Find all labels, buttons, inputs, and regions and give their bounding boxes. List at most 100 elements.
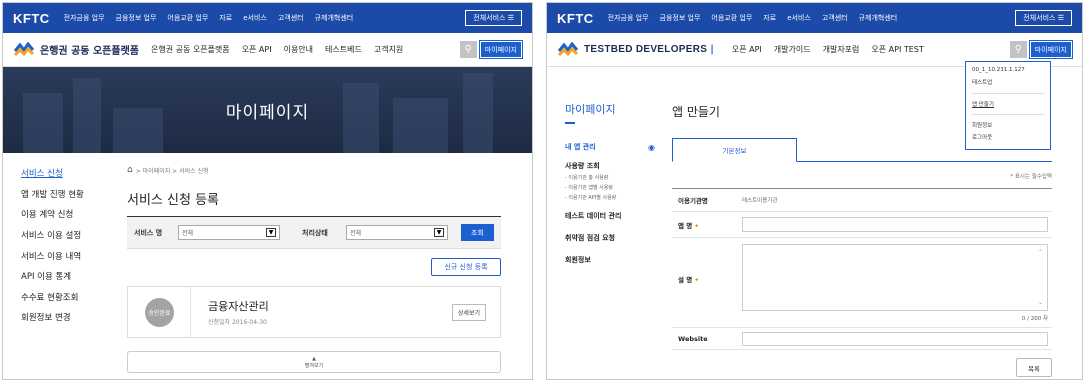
building-shape xyxy=(343,83,379,153)
nav-item[interactable]: 고객지원 xyxy=(374,44,403,55)
nav-item[interactable]: 오픈 API xyxy=(242,44,272,55)
nav-item[interactable]: 오픈 API TEST xyxy=(871,44,923,55)
right-screenshot: KFTC 전자금융 업무 금융정보 업무 어음교환 업무 자료 e서비스 고객센… xyxy=(546,2,1083,380)
building-shape xyxy=(23,93,63,153)
new-apply-button[interactable]: 신규 신청 등록 xyxy=(431,258,501,276)
nav-item[interactable]: 개발자포럼 xyxy=(823,44,860,55)
sidebar-item-my-apps[interactable]: 내 앱 관리 ◉ xyxy=(565,142,655,152)
sidebar-subitem[interactable]: - 이용기관 API별 사용량 xyxy=(565,194,655,201)
filter-bar: 서비스 명 전체 ▼ 처리상태 전체 ▼ 조회 xyxy=(127,217,501,249)
expand-label: 펼쳐보기 xyxy=(304,362,324,369)
all-services-button[interactable]: 전체서비스 ☰ xyxy=(465,10,522,26)
title-underline xyxy=(565,122,575,124)
openplatform-logo-icon xyxy=(13,41,35,56)
form: 이용기관명 테스트이용기관 앱 명 • 설 명 • ⌃ ⌄ 0 / 200 자 … xyxy=(672,188,1052,350)
desc-label-wrap: 설 명 • xyxy=(672,274,742,284)
hero-banner: 마이페이지 xyxy=(3,67,532,153)
sidebar-item-service-apply[interactable]: 서비스 신청 xyxy=(21,163,116,184)
sidebar-item[interactable]: 서비스 이용 설정 xyxy=(21,225,116,246)
sidebar-item[interactable]: API 이용 통계 xyxy=(21,266,116,287)
new-row: 신규 신청 등록 xyxy=(127,258,501,276)
sidebar-item[interactable]: 회원정보 변경 xyxy=(21,307,116,328)
sidebar-item-test-data[interactable]: 테스트 데이터 관리 xyxy=(565,211,655,221)
status-select[interactable]: 전체 ▼ xyxy=(346,225,448,240)
search-button[interactable]: 조회 xyxy=(461,224,494,241)
nav-item[interactable]: 은행권 공동 오픈플랫폼 xyxy=(151,44,230,55)
sidebar-title: 마이페이지 xyxy=(565,103,616,116)
search-icon[interactable]: ⚲ xyxy=(459,41,477,58)
dropdown-item-create-app[interactable]: 앱 만들기 xyxy=(972,100,1044,108)
sidebar-subitem[interactable]: - 이용기관 앱별 사용량 xyxy=(565,184,655,191)
chevron-down-icon: ▼ xyxy=(434,228,444,237)
top-menu-item[interactable]: 자료 xyxy=(219,13,232,23)
required-mark-icon: • xyxy=(694,221,699,230)
desc-label: 설 명 xyxy=(678,276,693,284)
top-menu-item[interactable]: 규제개혁센터 xyxy=(859,13,898,23)
top-bar: KFTC 전자금융 업무 금융정보 업무 어음교환 업무 자료 e서비스 고객센… xyxy=(547,3,1082,33)
char-counter: 0 / 200 자 xyxy=(1021,316,1048,322)
top-menu-item[interactable]: e서비스 xyxy=(243,13,267,23)
sidebar-item[interactable]: 이용 계약 신청 xyxy=(21,204,116,225)
required-note: * 표시는 필수입력 xyxy=(1010,174,1052,180)
detail-button[interactable]: 상세보기 xyxy=(451,303,486,321)
dropdown-item-member[interactable]: 회원정보 xyxy=(972,121,1044,129)
scroll-down-icon[interactable]: ⌄ xyxy=(1038,299,1043,306)
scroll-up-icon[interactable]: ⌃ xyxy=(1038,249,1043,256)
page-title: 서비스 신청 등록 xyxy=(127,189,501,217)
top-menu-item[interactable]: 자료 xyxy=(763,13,776,23)
list-button[interactable]: 목록 xyxy=(1016,358,1052,377)
website-input[interactable] xyxy=(742,331,1048,346)
top-menu-item[interactable]: 어음교환 업무 xyxy=(167,13,208,23)
sidebar-item[interactable]: 앱 개발 진행 현황 xyxy=(21,184,116,205)
org-value: 테스트이용기관 xyxy=(742,198,778,204)
nav-item[interactable]: 개발가이드 xyxy=(774,44,811,55)
top-menu-item[interactable]: e서비스 xyxy=(787,13,811,23)
top-menu-item[interactable]: 금융정보 업무 xyxy=(116,13,157,23)
search-icon[interactable]: ⚲ xyxy=(1009,41,1027,58)
app-name-label-wrap: 앱 명 • xyxy=(672,220,742,230)
service-select[interactable]: 전체 ▼ xyxy=(178,225,280,240)
all-services-button[interactable]: 전체서비스 ☰ xyxy=(1015,10,1072,26)
tab-basic-info[interactable]: 기본정보 xyxy=(672,138,797,162)
top-menu-item[interactable]: 전자금융 업무 xyxy=(608,13,649,23)
expand-button[interactable]: ▲ 펼쳐보기 xyxy=(127,351,501,373)
app-name-label: 앱 명 xyxy=(678,221,693,230)
top-menu-item[interactable]: 규제개혁센터 xyxy=(315,13,354,23)
sidebar: 마이페이지 내 앱 관리 ◉ 사용량 조회 - 이용기관 총 사용량 - 이용기… xyxy=(565,101,655,265)
top-menu-item[interactable]: 어음교환 업무 xyxy=(711,13,752,23)
app-name-input[interactable] xyxy=(742,217,1048,232)
breadcrumb: ⌂ > 마이페이지 > 서비스 신청 xyxy=(127,165,501,175)
main-content: ⌂ > 마이페이지 > 서비스 신청 서비스 신청 등록 서비스 명 전체 ▼ … xyxy=(127,153,501,373)
sidebar-item-member[interactable]: 회원정보 xyxy=(565,255,655,265)
top-menu-item[interactable]: 금융정보 업무 xyxy=(660,13,701,23)
sidebar-subitem[interactable]: - 이용기관 총 사용량 xyxy=(565,174,655,181)
website-row: Website xyxy=(672,328,1052,350)
kftc-logo[interactable]: KFTC xyxy=(13,11,50,26)
top-menu-item[interactable]: 고객센터 xyxy=(278,13,304,23)
org-label: 이용기관명 xyxy=(678,197,708,205)
org-row: 이용기관명 테스트이용기관 xyxy=(672,189,1052,212)
nav-item[interactable]: 오픈 API xyxy=(732,44,762,55)
top-menu-item[interactable]: 전자금융 업무 xyxy=(64,13,105,23)
sidebar-item-vuln-check[interactable]: 취약점 점검 요청 xyxy=(565,233,655,243)
card-info: 금융자산관리 신청일자 2016-04-30 xyxy=(208,298,269,326)
kftc-logo[interactable]: KFTC xyxy=(557,11,594,26)
breadcrumb-path: > 마이페이지 > 서비스 신청 xyxy=(135,167,209,175)
description-textarea[interactable]: ⌃ ⌄ xyxy=(742,244,1048,311)
brand[interactable]: TESTBED DEVELOPERS | xyxy=(557,41,714,58)
mypage-button[interactable]: 마이페이지 xyxy=(478,40,524,59)
top-menu-item[interactable]: 고객센터 xyxy=(822,13,848,23)
nav-item[interactable]: 테스트베드 xyxy=(325,44,362,55)
brand[interactable]: 은행권 공동 오픈플랫폼 xyxy=(13,41,139,58)
sidebar-item[interactable]: 수수료 현황조회 xyxy=(21,287,116,308)
home-icon[interactable]: ⌂ xyxy=(127,165,133,175)
sidebar-item[interactable]: 서비스 이용 내역 xyxy=(21,245,116,266)
desc-row: 설 명 • ⌃ ⌄ 0 / 200 자 xyxy=(672,238,1052,328)
brand-label: TESTBED DEVELOPERS xyxy=(584,44,708,55)
mypage-button[interactable]: 마이페이지 xyxy=(1028,40,1074,59)
sidebar-item-usage[interactable]: 사용량 조회 - 이용기관 총 사용량 - 이용기관 앱별 사용량 - 이용기관… xyxy=(565,161,655,201)
sidebar-item-label: 내 앱 관리 xyxy=(565,143,596,151)
dropdown-item-logout[interactable]: 로그아웃 xyxy=(972,133,1044,141)
nav-item[interactable]: 이용안내 xyxy=(284,44,313,55)
testbed-logo-icon xyxy=(557,41,579,56)
